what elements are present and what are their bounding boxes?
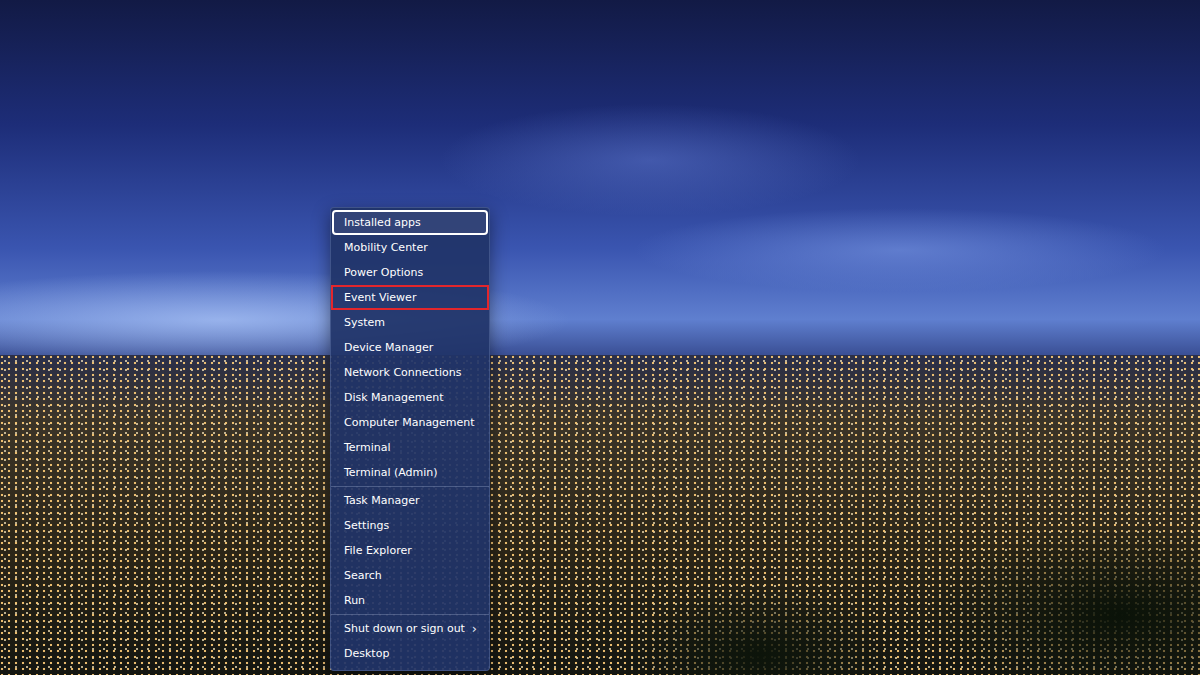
menu-item[interactable]: Device Manager: [331, 335, 489, 360]
wallpaper-photo: [0, 0, 1200, 675]
menu-item[interactable]: Shut down or sign out ›: [331, 616, 489, 641]
menu-item[interactable]: Settings: [331, 513, 489, 538]
menu-item-label: Search: [344, 569, 382, 582]
menu-item[interactable]: Task Manager: [331, 488, 489, 513]
menu-item[interactable]: Network Connections: [331, 360, 489, 385]
menu-item-label: Mobility Center: [344, 241, 428, 254]
menu-item[interactable]: Event Viewer: [331, 285, 489, 310]
menu-item-label: Power Options: [344, 266, 423, 279]
menu-separator: [331, 486, 489, 487]
menu-item-label: Disk Management: [344, 391, 444, 404]
menu-item-label: Settings: [344, 519, 389, 532]
menu-item[interactable]: System: [331, 310, 489, 335]
menu-item-label: Installed apps: [344, 216, 421, 229]
menu-item-label: Event Viewer: [344, 291, 416, 304]
menu-item[interactable]: File Explorer: [331, 538, 489, 563]
menu-item-label: Network Connections: [344, 366, 461, 379]
menu-item-label: System: [344, 316, 385, 329]
menu-item-label: File Explorer: [344, 544, 412, 557]
menu-item-label: Shut down or sign out: [344, 622, 465, 635]
menu-item[interactable]: Terminal: [331, 435, 489, 460]
menu-item[interactable]: Power Options: [331, 260, 489, 285]
menu-item-label: Computer Management: [344, 416, 475, 429]
menu-item-label: Terminal (Admin): [344, 466, 438, 479]
menu-item[interactable]: Mobility Center: [331, 235, 489, 260]
menu-item[interactable]: Terminal (Admin): [331, 460, 489, 485]
menu-item[interactable]: Computer Management: [331, 410, 489, 435]
menu-item-label: Desktop: [344, 647, 389, 660]
menu-separator: [331, 614, 489, 615]
menu-item[interactable]: Run: [331, 588, 489, 613]
menu-item[interactable]: Installed apps: [332, 210, 488, 235]
menu-item-label: Device Manager: [344, 341, 433, 354]
desktop: Installed apps Mobility Center Power Optio…: [0, 0, 1200, 675]
menu-item[interactable]: Disk Management: [331, 385, 489, 410]
menu-item[interactable]: Desktop: [331, 641, 489, 666]
menu-item-label: Terminal: [344, 441, 391, 454]
sky: [0, 0, 1200, 355]
menu-item-label: Task Manager: [344, 494, 419, 507]
quick-link-menu: Installed apps Mobility Center Power Optio…: [330, 207, 490, 671]
menu-item-label: Run: [344, 594, 365, 607]
city: [0, 355, 1200, 675]
submenu-arrow-icon: ›: [472, 621, 477, 636]
menu-item[interactable]: Search: [331, 563, 489, 588]
